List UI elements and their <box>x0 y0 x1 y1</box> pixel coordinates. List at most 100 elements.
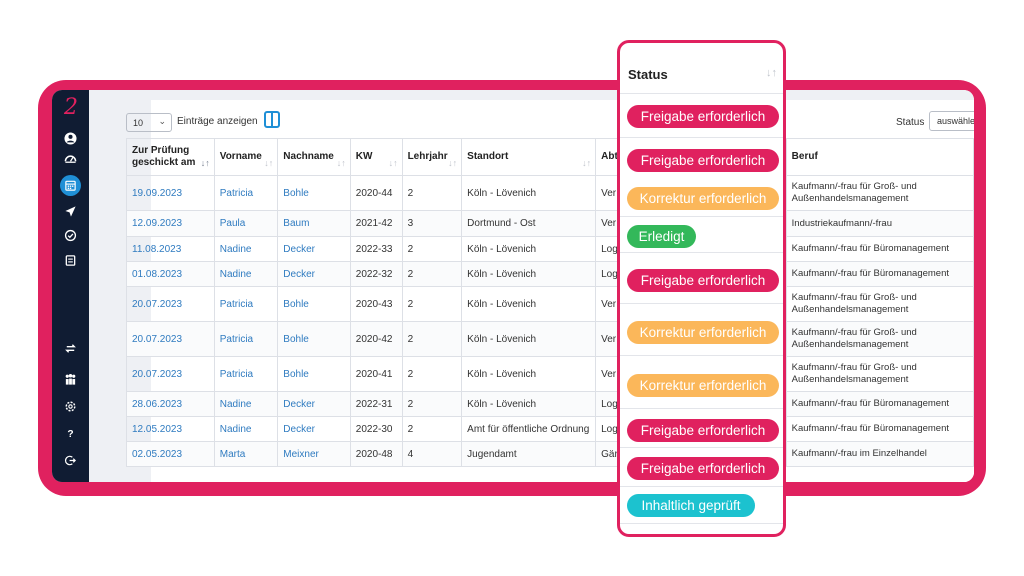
send-icon[interactable] <box>60 201 81 222</box>
first-name-cell[interactable]: Patricia <box>213 356 279 392</box>
table-row[interactable]: 11.08.2023 Nadine Decker 2022-33 2 Köln … <box>126 236 974 262</box>
column-header[interactable]: Lehrjahr ↓↑ <box>401 138 463 176</box>
job-cell: Kaufmann/-frau für Büromanagement <box>785 391 974 417</box>
last-name-cell[interactable]: Meixner <box>277 441 351 467</box>
transfer-icon[interactable] <box>60 338 81 359</box>
date-cell[interactable]: 20.07.2023 <box>126 286 215 322</box>
first-name-cell[interactable]: Nadine <box>213 416 279 442</box>
date-cell[interactable]: 20.07.2023 <box>126 321 215 357</box>
status-badge: Freigabe erforderlich <box>627 269 779 292</box>
job-cell: Kaufmann/-frau für Büromanagement <box>785 261 974 287</box>
table-row[interactable]: 19.09.2023 Patricia Bohle 2020-44 2 Köln… <box>126 175 974 211</box>
group-icon[interactable] <box>60 369 81 390</box>
status-filter-select[interactable]: auswählen <box>929 111 974 131</box>
last-name-cell[interactable]: Bohle <box>277 175 351 211</box>
site-cell: Köln - Lövenich <box>461 175 597 211</box>
date-cell[interactable]: 12.09.2023 <box>126 210 215 237</box>
site-cell: Köln - Lövenich <box>461 391 597 417</box>
job-cell: Industriekaufmann/-frau <box>785 210 974 237</box>
last-name-cell[interactable]: Decker <box>277 236 351 262</box>
column-header[interactable]: Nachname ↓↑ <box>277 138 351 176</box>
last-name-cell[interactable]: Bohle <box>277 321 351 357</box>
site-cell: Köln - Lövenich <box>461 286 597 322</box>
last-name-cell[interactable]: Decker <box>277 261 351 287</box>
job-cell: Kaufmann/-frau für Büromanagement <box>785 236 974 262</box>
columns-toggle-icon[interactable] <box>264 111 280 128</box>
sort-icon: ↓↑ <box>264 158 274 168</box>
reports-table: Zur Prüfung geschickt am ↓↑ Vorname ↓↑ Nac… <box>126 138 974 467</box>
year-cell: 2 <box>401 175 463 211</box>
gear-icon[interactable] <box>60 396 81 417</box>
svg-text:?: ? <box>67 429 73 440</box>
year-cell: 2 <box>401 416 463 442</box>
column-header[interactable]: Standort ↓↑ <box>461 138 597 176</box>
column-header[interactable]: Zur Prüfung geschickt am ↓↑ <box>126 138 215 176</box>
last-name-cell[interactable]: Bohle <box>277 356 351 392</box>
first-name-cell[interactable]: Marta <box>213 441 279 467</box>
last-name-cell[interactable]: Decker <box>277 416 351 442</box>
page-length-select[interactable]: 10 ⌄ <box>126 113 172 132</box>
status-badge: Erledigt <box>627 225 696 248</box>
dashboard-icon[interactable] <box>60 148 81 169</box>
date-cell[interactable]: 12.05.2023 <box>126 416 215 442</box>
sort-icon: ↓↑ <box>200 158 210 168</box>
sidebar: 2 ? <box>52 90 89 482</box>
date-cell[interactable]: 11.08.2023 <box>126 236 215 262</box>
week-cell: 2022-31 <box>349 391 403 417</box>
help-icon[interactable]: ? <box>60 423 81 444</box>
week-cell: 2022-33 <box>349 236 403 262</box>
first-name-cell[interactable]: Paula <box>213 210 279 237</box>
calendar-icon[interactable] <box>60 175 81 196</box>
first-name-cell[interactable]: Patricia <box>213 321 279 357</box>
first-name-cell[interactable]: Nadine <box>213 261 279 287</box>
first-name-cell[interactable]: Nadine <box>213 236 279 262</box>
list-icon[interactable] <box>60 250 81 271</box>
table-row[interactable]: 20.07.2023 Patricia Bohle 2020-43 2 Köln… <box>126 286 974 322</box>
last-name-cell[interactable]: Decker <box>277 391 351 417</box>
status-badge: Korrektur erforderlich <box>627 187 779 210</box>
year-cell: 2 <box>401 321 463 357</box>
date-cell[interactable]: 01.08.2023 <box>126 261 215 287</box>
status-filter-label: Status <box>896 117 925 128</box>
table-row[interactable]: 20.07.2023 Patricia Bohle 2020-41 2 Köln… <box>126 356 974 392</box>
site-cell: Köln - Lövenich <box>461 236 597 262</box>
date-cell[interactable]: 19.09.2023 <box>126 175 215 211</box>
table-row[interactable]: 28.06.2023 Nadine Decker 2022-31 2 Köln … <box>126 391 974 417</box>
table-row[interactable]: 12.05.2023 Nadine Decker 2022-30 2 Amt f… <box>126 416 974 442</box>
status-badge: Freigabe erforderlich <box>627 149 779 172</box>
status-badge: Inhaltlich geprüft <box>627 494 755 517</box>
first-name-cell[interactable]: Nadine <box>213 391 279 417</box>
app-window: 2 ? 10 ⌄ Einträge anzeigen Status auswäh… <box>52 90 974 482</box>
check-circle-icon[interactable] <box>60 225 81 246</box>
date-cell[interactable]: 20.07.2023 <box>126 356 215 392</box>
column-header[interactable]: KW ↓↑ <box>349 138 403 176</box>
site-cell: Köln - Lövenich <box>461 261 597 287</box>
last-name-cell[interactable]: Bohle <box>277 286 351 322</box>
table-row[interactable]: 01.08.2023 Nadine Decker 2022-32 2 Köln … <box>126 261 974 287</box>
week-cell: 2020-41 <box>349 356 403 392</box>
table-row[interactable]: 12.09.2023 Paula Baum 2021-42 3 Dortmund… <box>126 210 974 237</box>
job-cell: Kaufmann/-frau für Groß- und Außenhandel… <box>785 175 974 211</box>
user-icon[interactable] <box>60 128 81 149</box>
sort-icon: ↓↑ <box>448 158 458 168</box>
status-column-header[interactable]: Status ↓↑ <box>620 43 783 94</box>
last-name-cell[interactable]: Baum <box>277 210 351 237</box>
year-cell: 4 <box>401 441 463 467</box>
page-length-label: Einträge anzeigen <box>177 116 258 127</box>
first-name-cell[interactable]: Patricia <box>213 175 279 211</box>
week-cell: 2022-30 <box>349 416 403 442</box>
date-cell[interactable]: 02.05.2023 <box>126 441 215 467</box>
table-row[interactable]: 20.07.2023 Patricia Bohle 2020-42 2 Köln… <box>126 321 974 357</box>
site-cell: Köln - Lövenich <box>461 321 597 357</box>
sort-icon[interactable]: ↓↑ <box>766 67 777 79</box>
year-cell: 3 <box>401 210 463 237</box>
job-cell: Kaufmann/-frau für Groß- und Außenhandel… <box>785 356 974 392</box>
table-row[interactable]: 02.05.2023 Marta Meixner 2020-48 4 Jugen… <box>126 441 974 467</box>
column-header[interactable]: Beruf <box>785 138 974 176</box>
week-cell: 2020-42 <box>349 321 403 357</box>
date-cell[interactable]: 28.06.2023 <box>126 391 215 417</box>
column-header[interactable]: Vorname ↓↑ <box>213 138 279 176</box>
first-name-cell[interactable]: Patricia <box>213 286 279 322</box>
logout-icon[interactable] <box>60 450 81 471</box>
site-cell: Köln - Lövenich <box>461 356 597 392</box>
